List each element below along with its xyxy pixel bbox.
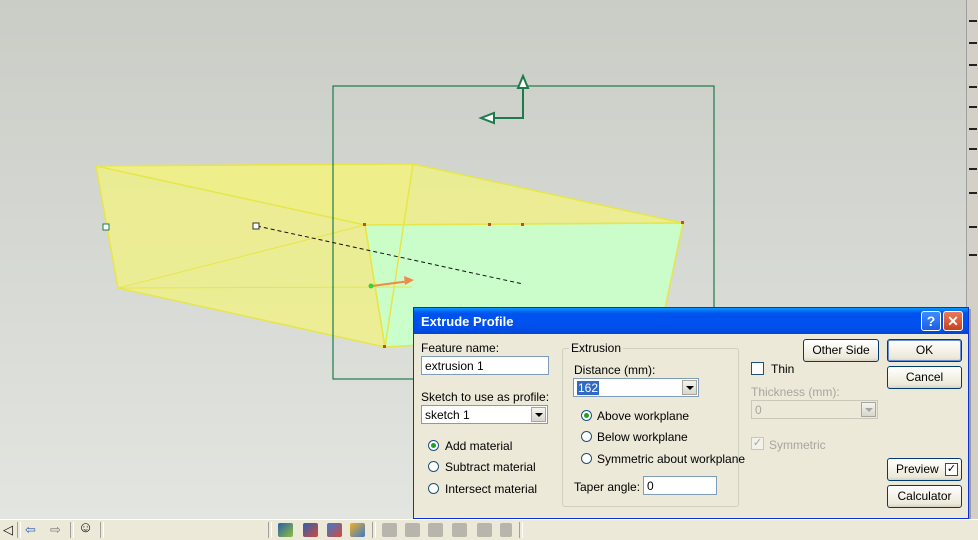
distance-input[interactable]: 162 bbox=[573, 378, 699, 397]
mirror-tool-icon[interactable] bbox=[500, 523, 512, 537]
workplane-axes-icon bbox=[478, 73, 530, 125]
symmetric-workplane-label: Symmetric about workplane bbox=[597, 452, 746, 466]
taper-angle-label: Taper angle: bbox=[574, 480, 641, 494]
dialog-title: Extrude Profile bbox=[421, 314, 514, 329]
ok-button[interactable]: OK bbox=[887, 339, 962, 362]
draft-tool-icon[interactable] bbox=[452, 523, 467, 537]
pattern-tool-icon[interactable] bbox=[477, 523, 492, 537]
toolbar-separator bbox=[70, 522, 74, 538]
help-button[interactable]: ? bbox=[921, 311, 941, 331]
chevron-down-icon[interactable] bbox=[682, 380, 697, 395]
thickness-input[interactable]: 0 bbox=[751, 400, 878, 419]
preview-label: Preview bbox=[896, 462, 939, 476]
loft-tool-icon[interactable] bbox=[350, 523, 365, 537]
extrusion-handle[interactable] bbox=[252, 222, 260, 230]
distance-label: Distance (mm): bbox=[574, 363, 656, 377]
preview-button[interactable]: Preview ✓ bbox=[887, 458, 962, 481]
add-material-radio[interactable] bbox=[428, 440, 439, 451]
toolbar-separator bbox=[268, 522, 272, 538]
toolbar-separator bbox=[17, 522, 21, 538]
symmetric-label: Symmetric bbox=[769, 438, 826, 452]
intersect-material-label: Intersect material bbox=[445, 482, 538, 496]
above-workplane-label: Above workplane bbox=[597, 409, 690, 423]
forward-arrow-icon[interactable]: ⇨ bbox=[50, 523, 61, 537]
toolbar-separator bbox=[372, 522, 376, 538]
shell-tool-icon[interactable] bbox=[382, 523, 397, 537]
intersect-material-radio[interactable] bbox=[428, 483, 439, 494]
preview-checkbox[interactable]: ✓ bbox=[945, 463, 958, 476]
taper-angle-input[interactable]: 0 bbox=[643, 476, 717, 495]
thin-checkbox[interactable] bbox=[751, 362, 764, 375]
feature-name-label: Feature name: bbox=[421, 341, 500, 355]
chevron-down-icon[interactable] bbox=[861, 402, 876, 417]
revolve-tool-icon[interactable] bbox=[303, 523, 318, 537]
other-side-button[interactable]: Other Side bbox=[803, 339, 879, 362]
extrude-tool-icon[interactable] bbox=[278, 523, 293, 537]
above-workplane-radio[interactable] bbox=[581, 410, 592, 421]
sketch-profile-label: Sketch to use as profile: bbox=[421, 390, 550, 404]
below-workplane-radio[interactable] bbox=[581, 431, 592, 442]
symmetric-workplane-radio[interactable] bbox=[581, 453, 592, 464]
toolbar-separator bbox=[100, 522, 104, 538]
sweep-tool-icon[interactable] bbox=[327, 523, 342, 537]
dialog-titlebar[interactable]: Extrude Profile ? ✕ bbox=[414, 308, 968, 334]
subtract-material-label: Subtract material bbox=[445, 460, 536, 474]
toolbar-separator bbox=[519, 522, 523, 538]
chevron-down-icon[interactable] bbox=[531, 407, 546, 422]
bottom-toolbar: ◁ ⇦ ⇨ ☺ bbox=[0, 519, 978, 540]
subtract-material-radio[interactable] bbox=[428, 461, 439, 472]
back-arrow-icon[interactable]: ⇦ bbox=[25, 523, 36, 537]
extrusion-handle[interactable] bbox=[102, 223, 110, 231]
fillet-tool-icon[interactable] bbox=[405, 523, 420, 537]
below-workplane-label: Below workplane bbox=[597, 430, 688, 444]
thickness-label: Thickness (mm): bbox=[751, 385, 840, 399]
close-button[interactable]: ✕ bbox=[943, 311, 963, 331]
chamfer-tool-icon[interactable] bbox=[428, 523, 443, 537]
sketch-profile-select[interactable]: sketch 1 bbox=[421, 405, 548, 424]
cancel-button[interactable]: Cancel bbox=[887, 366, 962, 389]
thin-label: Thin bbox=[771, 362, 795, 376]
triangle-left-icon[interactable]: ◁ bbox=[3, 523, 13, 537]
add-material-label: Add material bbox=[445, 439, 513, 453]
extrude-profile-dialog: Extrude Profile ? ✕ Feature name: extrus… bbox=[413, 307, 969, 519]
extrusion-group-title: Extrusion bbox=[569, 341, 624, 355]
feature-name-input[interactable]: extrusion 1 bbox=[421, 356, 549, 375]
calculator-button[interactable]: Calculator bbox=[887, 485, 962, 508]
smiley-icon[interactable]: ☺ bbox=[78, 520, 93, 535]
symmetric-checkbox[interactable]: ✓ bbox=[751, 437, 764, 450]
